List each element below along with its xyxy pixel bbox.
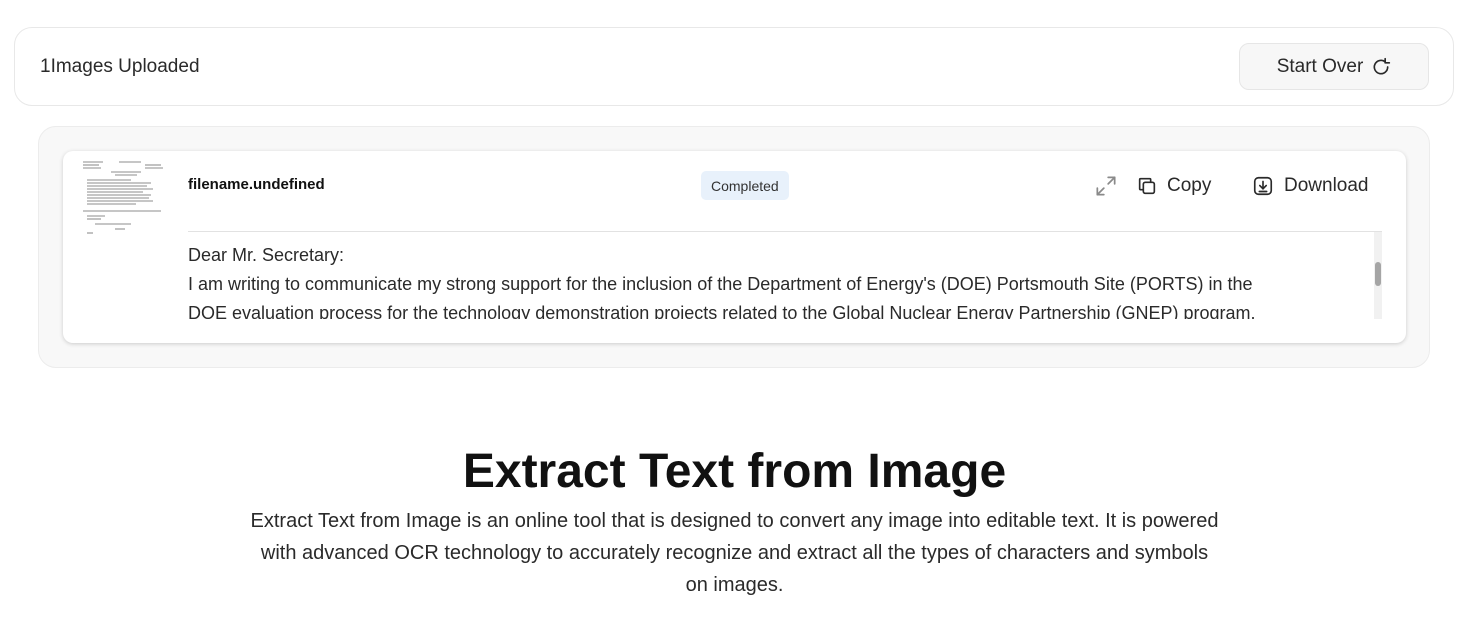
copy-label: Copy [1167, 175, 1212, 196]
scrollbar-thumb[interactable] [1375, 262, 1381, 286]
copy-button[interactable]: Copy [1136, 171, 1211, 201]
image-thumbnail[interactable] [81, 159, 167, 239]
extracted-text-line: DOE evaluation process for the technolog… [188, 303, 1256, 319]
document-thumbnail-icon [81, 159, 167, 239]
result-card: filename.undefined Completed Copy Downlo… [63, 151, 1406, 343]
upload-count-number: 1 [40, 55, 51, 77]
upload-count: 1 Images Uploaded [40, 28, 200, 105]
refresh-icon [1373, 57, 1391, 75]
download-label: Download [1284, 175, 1369, 196]
text-scrollbar[interactable] [1374, 232, 1382, 319]
file-name: filename.undefined [188, 176, 325, 193]
expand-button[interactable] [1093, 173, 1119, 199]
page-description: Extract Text from Image is an online too… [250, 510, 1219, 596]
download-icon [1253, 176, 1273, 196]
upload-count-label: Images Uploaded [50, 55, 200, 77]
page-title: Extract Text from Image [462, 445, 1007, 498]
divider [188, 231, 1382, 232]
extracted-text-line: I am writing to communicate my strong su… [188, 274, 1253, 294]
download-button[interactable]: Download [1252, 171, 1369, 201]
start-over-button[interactable]: Start Over [1239, 43, 1429, 90]
expand-icon [1096, 176, 1116, 196]
extracted-text-area[interactable]: Dear Mr. Secretary: I am writing to comm… [188, 241, 1368, 319]
status-badge: Completed [701, 171, 789, 200]
extracted-text-line: Dear Mr. Secretary: [188, 245, 345, 265]
start-over-label: Start Over [1276, 55, 1364, 77]
upload-summary-bar: 1 Images Uploaded Start Over [14, 27, 1454, 106]
results-container: filename.undefined Completed Copy Downlo… [38, 126, 1430, 368]
copy-icon [1138, 177, 1156, 195]
